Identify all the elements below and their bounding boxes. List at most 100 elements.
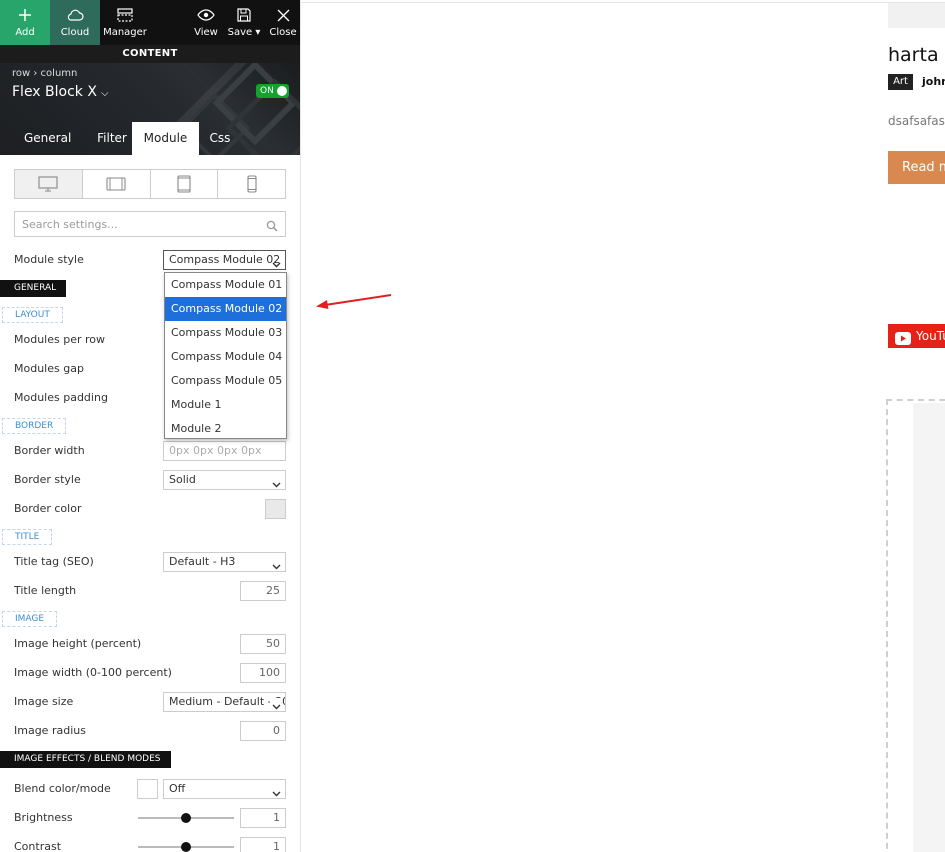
settings-tabs: General Filter Module Css: [0, 122, 241, 155]
tab-general[interactable]: General: [0, 122, 92, 155]
tab-filter[interactable]: Filter: [92, 122, 132, 155]
top-toolbar: Add Cloud Manager View Save ▾ Close: [0, 0, 300, 45]
border-style-value: Solid: [169, 473, 196, 486]
section-image: IMAGE: [2, 611, 58, 627]
contrast-input[interactable]: 1: [240, 837, 286, 852]
manager-button[interactable]: Manager: [100, 0, 150, 45]
title-tag-value: Default - H3: [169, 555, 236, 568]
border-width-row: Border width 0px 0px 0px 0px: [14, 441, 286, 461]
contrast-row: Contrast 1: [14, 837, 286, 852]
module-style-select[interactable]: Compass Module 02: [163, 250, 286, 270]
section-border: BORDER: [2, 418, 67, 434]
drop-zone[interactable]: [886, 399, 945, 852]
title-tag-select[interactable]: Default - H3: [163, 552, 286, 572]
desktop-icon: [38, 176, 58, 192]
contrast-slider[interactable]: [138, 842, 234, 852]
dropdown-option[interactable]: Compass Module 05: [165, 369, 286, 393]
border-style-label: Border style: [14, 473, 81, 486]
chevron-down-icon: [272, 558, 281, 571]
image-height-input[interactable]: 50: [240, 634, 286, 654]
element-title-text: Flex Block X: [12, 84, 97, 100]
search-icon[interactable]: [266, 217, 278, 236]
border-width-input[interactable]: 0px 0px 0px 0px: [163, 441, 286, 461]
post-title[interactable]: harta: [888, 44, 939, 66]
view-label: View: [194, 27, 218, 38]
brightness-row: Brightness 1: [14, 808, 286, 828]
blend-color-swatch[interactable]: [137, 779, 158, 799]
modules-gap-label: Modules gap: [14, 362, 84, 375]
view-button[interactable]: View: [190, 0, 222, 45]
image-radius-input[interactable]: 0: [240, 721, 286, 741]
tab-css[interactable]: Css: [199, 122, 241, 155]
chevron-down-icon: [272, 476, 281, 489]
module-style-dropdown: Compass Module 01 Compass Module 02 Comp…: [164, 272, 287, 439]
image-width-label: Image width (0-100 percent): [14, 666, 172, 679]
border-color-swatch[interactable]: [265, 499, 286, 519]
brightness-slider[interactable]: [138, 813, 234, 823]
element-title[interactable]: Flex Block X ⌵: [12, 84, 109, 100]
dropdown-option[interactable]: Module 2: [165, 417, 286, 441]
module-style-value: Compass Module 02: [169, 253, 281, 266]
blend-mode-select[interactable]: Off: [163, 779, 286, 799]
post-author[interactable]: john: [922, 75, 945, 88]
dropdown-option[interactable]: Module 1: [165, 393, 286, 417]
chevron-down-icon: [270, 698, 281, 711]
plus-icon: [18, 6, 32, 24]
content-bar: CONTENT: [0, 45, 300, 63]
device-phone[interactable]: [218, 170, 285, 198]
image-size-value: Medium - Default - 300x300: [169, 695, 285, 708]
blend-mode-row: Blend color/mode Off: [14, 779, 286, 799]
caret-down-icon: ▾: [252, 27, 261, 38]
chevron-down-icon: [272, 785, 281, 798]
close-button[interactable]: Close: [266, 0, 300, 45]
close-label: Close: [269, 27, 297, 38]
border-style-select[interactable]: Solid: [163, 470, 286, 490]
title-length-label: Title length: [14, 584, 77, 597]
border-color-row: Border color: [14, 499, 286, 519]
cloud-button[interactable]: Cloud: [50, 0, 100, 45]
phone-icon: [247, 175, 257, 193]
device-desktop[interactable]: [15, 170, 83, 198]
title-tag-label: Title tag (SEO): [14, 555, 94, 568]
dropdown-option[interactable]: Compass Module 03: [165, 321, 286, 345]
contrast-slider-handle[interactable]: [181, 842, 191, 852]
contrast-label: Contrast: [14, 840, 62, 852]
breadcrumb[interactable]: row › column: [12, 68, 77, 79]
device-tablet-landscape[interactable]: [83, 170, 151, 198]
tab-module[interactable]: Module: [132, 122, 199, 155]
search-input[interactable]: [15, 212, 255, 236]
image-size-row: Image size Medium - Default - 300x300: [14, 692, 286, 712]
settings-panel: Add Cloud Manager View Save ▾ Close CONT…: [0, 0, 301, 852]
section-title: TITLE: [2, 529, 53, 545]
dropdown-option[interactable]: Compass Module 02: [165, 297, 286, 321]
section-layout: LAYOUT: [2, 307, 63, 323]
cloud-icon: [66, 6, 84, 24]
youtube-label: YouTu: [916, 329, 945, 343]
preview-divider: [301, 2, 945, 3]
section-general: GENERAL: [0, 280, 67, 297]
modules-padding-label: Modules padding: [14, 391, 108, 404]
brightness-slider-handle[interactable]: [181, 813, 191, 823]
image-size-select[interactable]: Medium - Default - 300x300: [163, 692, 286, 712]
cloud-label: Cloud: [60, 27, 90, 38]
floppy-disk-icon: [237, 6, 251, 24]
title-length-input[interactable]: 25: [240, 581, 286, 601]
close-icon: [277, 6, 290, 24]
blend-mode-value: Off: [169, 782, 186, 795]
chevron-down-icon: ⌵: [100, 88, 109, 99]
add-button[interactable]: Add: [0, 0, 50, 45]
dropdown-option[interactable]: Compass Module 01: [165, 273, 286, 297]
read-more-button[interactable]: Read m: [888, 151, 945, 184]
image-width-input[interactable]: 100: [240, 663, 286, 683]
border-width-label: Border width: [14, 444, 85, 457]
blend-mode-label: Blend color/mode: [14, 782, 111, 795]
toggle-label: ON: [260, 86, 274, 96]
youtube-button[interactable]: YouTu: [888, 324, 945, 348]
save-button[interactable]: Save ▾: [222, 0, 266, 45]
enable-toggle[interactable]: ON: [256, 84, 289, 98]
dropdown-option[interactable]: Compass Module 04: [165, 345, 286, 369]
device-tablet-portrait[interactable]: [151, 170, 219, 198]
category-badge[interactable]: Art: [888, 74, 913, 90]
brightness-input[interactable]: 1: [240, 808, 286, 828]
module-style-row: Module style Compass Module 02: [14, 250, 286, 270]
